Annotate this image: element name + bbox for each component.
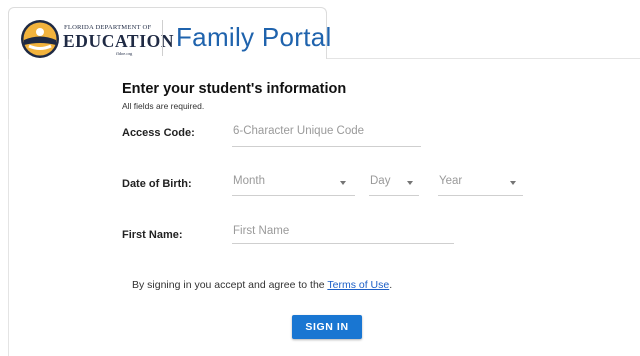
sign-in-button[interactable]: SIGN IN — [292, 315, 362, 339]
chevron-down-icon — [407, 181, 413, 185]
month-placeholder: Month — [233, 175, 265, 187]
panel-border — [8, 59, 9, 356]
terms-of-use-link[interactable]: Terms of Use — [327, 279, 389, 291]
first-name-label: First Name: — [122, 229, 183, 241]
terms-text: By signing in you accept and agree to th… — [132, 279, 392, 291]
day-underline — [369, 195, 419, 196]
logo-education-text: EDUCATION — [63, 31, 175, 51]
year-placeholder: Year — [439, 175, 463, 187]
access-code-label: Access Code: — [122, 127, 195, 139]
access-code-underline — [232, 146, 421, 147]
page-title: Family Portal — [176, 22, 332, 52]
month-underline — [232, 195, 355, 196]
first-name-underline — [232, 243, 454, 244]
terms-suffix: . — [389, 279, 393, 291]
logo-agency-text: FLORIDA DEPARTMENT OF — [64, 24, 152, 31]
day-placeholder: Day — [370, 175, 391, 187]
header-divider — [327, 58, 640, 59]
chevron-down-icon — [510, 181, 516, 185]
terms-prefix: By signing in you accept and agree to th… — [132, 279, 328, 291]
logo-url-text: fldoe.org — [116, 51, 133, 56]
access-code-placeholder: 6-Character Unique Code — [233, 125, 365, 137]
form-heading: Enter your student's information — [122, 81, 347, 97]
logo-divider — [162, 20, 163, 56]
fldoe-logo-icon — [21, 20, 59, 58]
form-note: All fields are required. — [122, 101, 205, 111]
first-name-placeholder: First Name — [233, 225, 290, 237]
dob-label: Date of Birth: — [122, 178, 192, 190]
chevron-down-icon — [340, 181, 346, 185]
year-underline — [438, 195, 523, 196]
